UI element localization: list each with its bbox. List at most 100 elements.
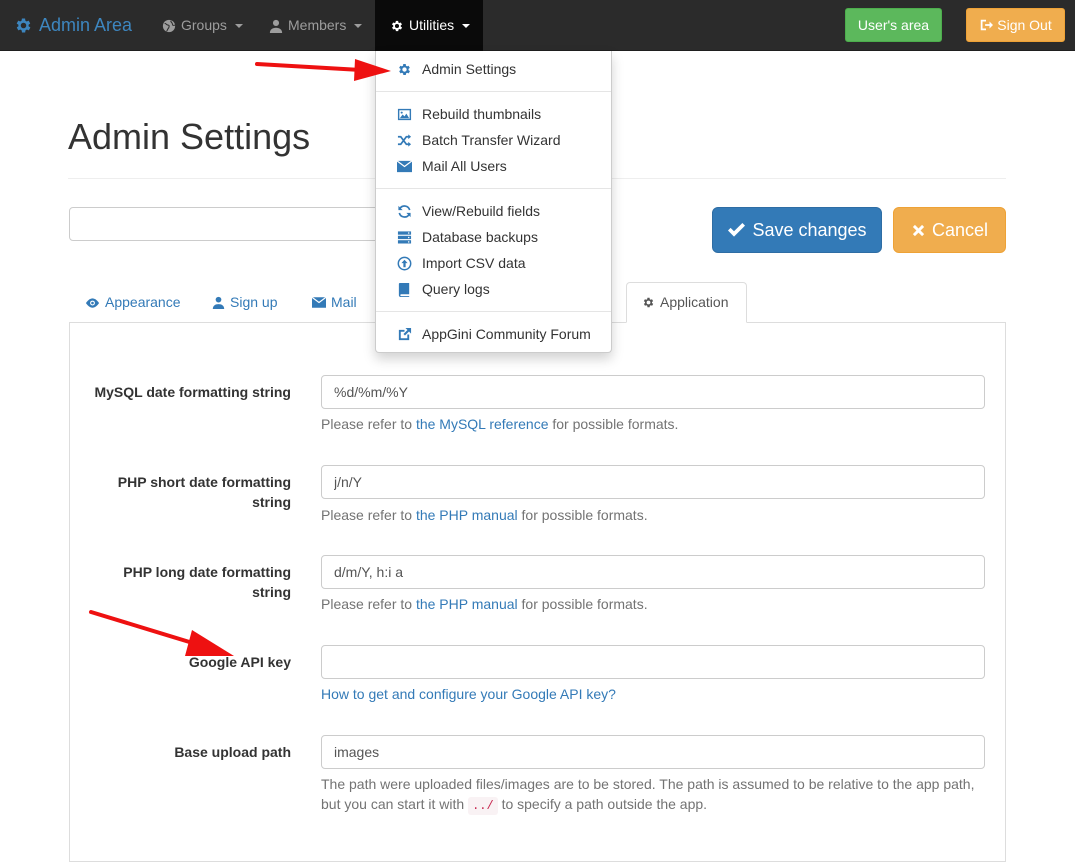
close-icon [911, 223, 926, 238]
caret-down-icon [234, 23, 243, 28]
menu-item-import-csv-data[interactable]: Import CSV data [376, 251, 611, 275]
php-manual-link[interactable]: the PHP manual [416, 596, 518, 612]
external-link-icon [397, 327, 412, 342]
envelope-icon [397, 159, 412, 174]
mysql-reference-link[interactable]: the MySQL reference [416, 416, 549, 432]
menu-item-label: Mail All Users [422, 158, 507, 174]
mysql-date-label: MySQL date formatting string [94, 384, 291, 400]
nav-groups[interactable]: Groups [147, 0, 258, 51]
tab-application-label: Application [660, 294, 729, 310]
menu-item-label: Import CSV data [422, 255, 526, 271]
user-icon [212, 296, 225, 309]
sign-out-button[interactable]: Sign Out [966, 8, 1065, 42]
users-area-label: User's area [857, 17, 930, 33]
annotation-arrow-icon [89, 610, 234, 656]
utilities-dropdown-menu: Admin Settings Rebuild thumbnails Batch … [375, 51, 612, 353]
menu-divider [376, 91, 611, 92]
page-title: Admin Settings [68, 116, 311, 157]
help-text: Please refer to [321, 596, 416, 612]
log-out-icon [979, 18, 994, 32]
gear-icon [390, 19, 404, 33]
nav-utilities-label: Utilities [409, 17, 455, 33]
picture-icon [397, 107, 412, 122]
random-icon [397, 133, 412, 148]
upload-icon [397, 256, 412, 271]
nav-utilities[interactable]: Utilities [375, 0, 483, 51]
php-short-date-input[interactable] [321, 465, 985, 499]
base-upload-path-input[interactable] [321, 735, 985, 769]
help-text: Please refer to [321, 507, 416, 523]
menu-item-batch-transfer-wizard[interactable]: Batch Transfer Wizard [376, 128, 611, 152]
cancel-label: Cancel [931, 219, 989, 240]
refresh-icon [397, 204, 412, 219]
top-navbar: Admin Area Groups Members Utilities User… [0, 0, 1075, 51]
help-text: for possible formats. [517, 596, 648, 612]
menu-item-label: AppGini Community Forum [422, 326, 591, 342]
menu-item-mail-all-users[interactable]: Mail All Users [376, 154, 611, 178]
gear-icon [397, 62, 412, 77]
nav-groups-label: Groups [181, 17, 227, 33]
menu-item-label: Query logs [422, 281, 490, 297]
sign-out-label: Sign Out [997, 17, 1052, 33]
tab-application[interactable]: Application [626, 282, 747, 323]
menu-item-view-rebuild-fields[interactable]: View/Rebuild fields [376, 199, 611, 223]
menu-item-label: Admin Settings [422, 61, 517, 77]
menu-item-appgini-community-forum[interactable]: AppGini Community Forum [376, 322, 611, 346]
menu-item-label: Batch Transfer Wizard [422, 132, 561, 148]
menu-item-query-logs[interactable]: Query logs [376, 277, 611, 301]
php-manual-link[interactable]: the PHP manual [416, 507, 518, 523]
save-changes-button[interactable]: Save changes [712, 207, 882, 253]
brand-label: Admin Area [39, 15, 133, 35]
nav-members[interactable]: Members [254, 0, 377, 51]
envelope-icon [312, 297, 326, 308]
help-text: Please refer to [321, 416, 416, 432]
help-text: for possible formats. [548, 416, 679, 432]
google-api-key-input[interactable] [321, 645, 985, 679]
menu-item-rebuild-thumbnails[interactable]: Rebuild thumbnails [376, 102, 611, 126]
tab-appearance-label: Appearance [105, 294, 181, 310]
save-changes-label: Save changes [752, 219, 867, 240]
php-long-date-label: PHP long date formatting string [123, 564, 291, 600]
tab-mail-label: Mail [331, 294, 357, 310]
menu-item-admin-settings[interactable]: Admin Settings [376, 57, 611, 81]
gear-icon [642, 296, 655, 309]
php-short-date-help: Please refer to the PHP manual for possi… [321, 505, 991, 525]
gear-icon [14, 16, 33, 35]
check-icon [727, 222, 746, 238]
base-upload-path-help: The path were uploaded files/images are … [321, 774, 991, 816]
database-icon [397, 230, 412, 245]
menu-item-label: Database backups [422, 229, 538, 245]
users-area-button[interactable]: User's area [845, 8, 942, 42]
book-icon [397, 282, 412, 297]
tab-sign-up-label: Sign up [230, 294, 278, 310]
tab-sign-up[interactable]: Sign up [202, 282, 287, 323]
relative-path-code: ../ [468, 797, 498, 815]
caret-down-icon [462, 23, 471, 28]
tab-mail[interactable]: Mail [302, 282, 367, 323]
cancel-button[interactable]: Cancel [893, 207, 1006, 253]
mysql-date-help: Please refer to the MySQL reference for … [321, 414, 991, 434]
menu-divider [376, 188, 611, 189]
brand-link[interactable]: Admin Area [14, 0, 132, 51]
php-long-date-help: Please refer to the PHP manual for possi… [321, 594, 991, 614]
php-long-date-input[interactable] [321, 555, 985, 589]
google-api-key-help: How to get and configure your Google API… [321, 684, 991, 704]
menu-divider [376, 311, 611, 312]
nav-members-label: Members [288, 17, 347, 33]
globe-icon [162, 19, 176, 33]
caret-down-icon [354, 23, 363, 28]
mysql-date-input[interactable] [321, 375, 985, 409]
base-upload-path-label: Base upload path [174, 744, 291, 760]
menu-item-database-backups[interactable]: Database backups [376, 225, 611, 249]
menu-item-label: View/Rebuild fields [422, 203, 541, 219]
annotation-arrow-icon [255, 59, 391, 81]
help-text: for possible formats. [517, 507, 648, 523]
google-api-help-link[interactable]: How to get and configure your Google API… [321, 686, 616, 702]
settings-search-input[interactable] [69, 207, 389, 241]
user-icon [269, 19, 283, 33]
tab-appearance[interactable]: Appearance [75, 282, 191, 323]
php-short-date-label: PHP short date formatting string [117, 474, 291, 510]
help-text: to specify a path outside the app. [497, 796, 708, 812]
menu-item-label: Rebuild thumbnails [422, 106, 542, 122]
eye-icon [85, 297, 100, 309]
